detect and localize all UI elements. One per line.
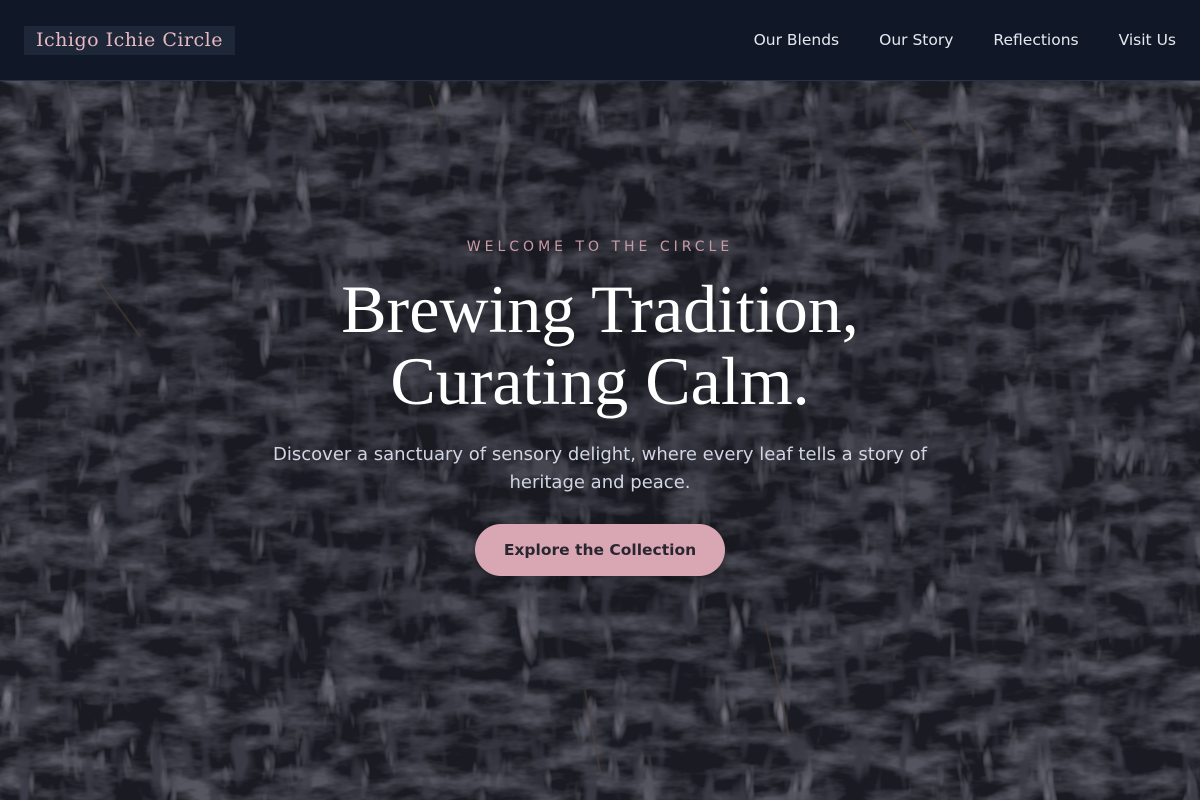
nav-link-our-story[interactable]: Our Story	[879, 31, 953, 49]
nav-link-our-blends[interactable]: Our Blends	[754, 31, 840, 49]
hero-headline: Brewing Tradition, Curating Calm.	[0, 273, 1200, 417]
hero-section: WELCOME TO THE CIRCLE Brewing Tradition,…	[0, 81, 1200, 800]
nav-link-reflections[interactable]: Reflections	[993, 31, 1078, 49]
explore-collection-button[interactable]: Explore the Collection	[475, 524, 725, 576]
brand-logo[interactable]: Ichigo Ichie Circle	[24, 25, 236, 55]
hero-content: WELCOME TO THE CIRCLE Brewing Tradition,…	[0, 81, 1200, 800]
hero-headline-line-2: Curating Calm.	[390, 343, 810, 419]
top-navigation-bar: Ichigo Ichie Circle Our Blends Our Story…	[0, 0, 1200, 81]
hero-eyebrow: WELCOME TO THE CIRCLE	[466, 239, 734, 255]
hero-subtext: Discover a sanctuary of sensory delight,…	[273, 444, 927, 493]
nav-link-visit-us[interactable]: Visit Us	[1119, 31, 1176, 49]
main-nav: Our Blends Our Story Reflections Visit U…	[754, 31, 1176, 49]
hero-headline-line-1: Brewing Tradition,	[341, 271, 859, 347]
